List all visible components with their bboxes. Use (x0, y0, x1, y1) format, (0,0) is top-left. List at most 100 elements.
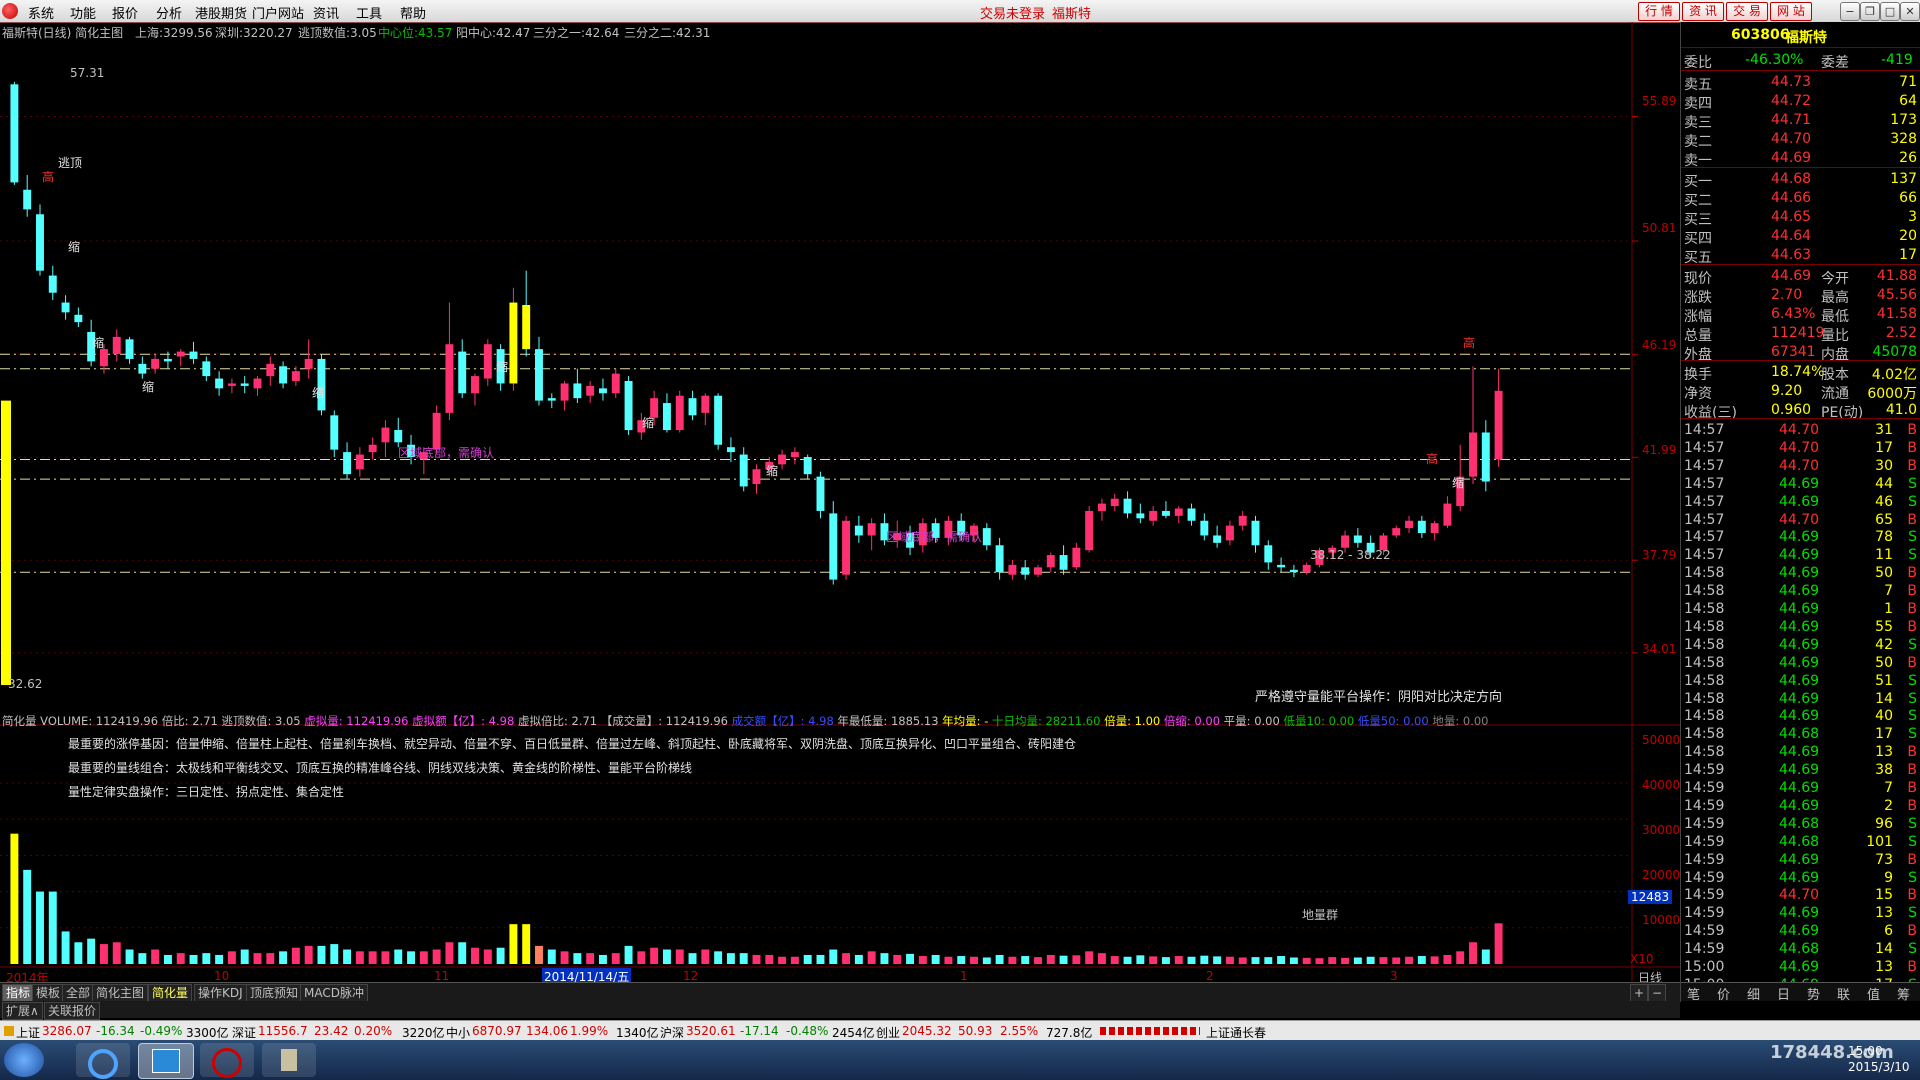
kline-chart[interactable] (0, 22, 1680, 982)
candle-body (509, 302, 518, 384)
ie-icon[interactable] (76, 1043, 130, 1079)
tick-row[interactable]: 14:59 44.70 15 B (1681, 886, 1920, 904)
menu-item-analysis[interactable]: 分析 (156, 3, 182, 22)
tick-row[interactable]: 14:57 44.70 31 B (1681, 421, 1920, 439)
tick-row[interactable]: 14:57 44.69 44 S (1681, 475, 1920, 493)
quote-stat2-row[interactable]: 换手 18.74% 股本 4.02亿 (1681, 363, 1920, 383)
quote-stat-row[interactable]: 涨幅 6.43% 最低 41.58 (1681, 305, 1920, 325)
quote-stat-row[interactable]: 现价 44.69 今开 41.88 (1681, 267, 1920, 287)
website-button[interactable]: 网 站 (1770, 2, 1812, 21)
maximize-icon[interactable]: □ (1880, 2, 1900, 21)
tick-row[interactable]: 14:57 44.69 78 S (1681, 528, 1920, 546)
tab-top-bottom[interactable]: 顶底预知 (246, 984, 303, 1002)
tab-all[interactable]: 全部 (62, 984, 95, 1002)
tick-row[interactable]: 14:58 44.69 13 B (1681, 743, 1920, 761)
buy-level-row[interactable]: 买五 44.63 17 (1681, 246, 1920, 266)
quote-stat2-row[interactable]: 净资 9.20 流通 6000万 (1681, 382, 1920, 402)
zoom-out-button[interactable]: − (1648, 984, 1667, 1002)
quote-stat-row[interactable]: 总量 112419 量比 2.52 (1681, 324, 1920, 344)
buy-level-row[interactable]: 买三 44.65 3 (1681, 208, 1920, 228)
tab-macd[interactable]: MACD脉冲 (300, 984, 368, 1002)
sell-level-row[interactable]: 卖三 44.71 173 (1681, 111, 1920, 131)
panel-tab[interactable]: 筹 (1897, 984, 1910, 1003)
tick-row[interactable]: 14:58 44.69 40 S (1681, 707, 1920, 725)
menu-item-function[interactable]: 功能 (70, 3, 96, 22)
stock-app-icon[interactable] (138, 1043, 194, 1079)
tick-row[interactable]: 14:59 44.69 6 B (1681, 922, 1920, 940)
panel-tab[interactable]: 细 (1747, 984, 1760, 1003)
zoom-in-button[interactable]: + (1630, 984, 1649, 1002)
tab-template[interactable]: 模板 (32, 984, 65, 1002)
sell-level-row[interactable]: 卖二 44.70 328 (1681, 130, 1920, 150)
menu-item-help[interactable]: 帮助 (400, 3, 426, 22)
tab-extend[interactable]: 扩展∧ (2, 1002, 43, 1020)
tick-row[interactable]: 14:58 44.69 14 S (1681, 690, 1920, 708)
bank-app-icon[interactable] (200, 1043, 254, 1078)
tick-row[interactable]: 14:58 44.68 17 S (1681, 725, 1920, 743)
tab-simplified-main[interactable]: 简化主图 (92, 984, 149, 1002)
volume-bar (650, 947, 659, 964)
candle-body (1149, 510, 1158, 521)
quote-stat-row[interactable]: 外盘 67341 内盘 45078 (1681, 343, 1920, 363)
tick-row[interactable]: 14:59 44.68 14 S (1681, 940, 1920, 958)
tick-row[interactable]: 14:57 44.70 17 B (1681, 439, 1920, 457)
tick-row[interactable]: 14:57 44.69 11 S (1681, 546, 1920, 564)
tick-row[interactable]: 14:58 44.69 51 S (1681, 672, 1920, 690)
tick-row[interactable]: 14:59 44.69 13 S (1681, 904, 1920, 922)
tick-row[interactable]: 14:58 44.69 50 B (1681, 564, 1920, 582)
news-ticker[interactable]: 上证通长春 (1206, 1024, 1266, 1041)
menu-item-news[interactable]: 资讯 (313, 3, 339, 22)
tick-row[interactable]: 14:58 44.69 55 B (1681, 618, 1920, 636)
tab-kdj[interactable]: 操作KDJ (194, 984, 247, 1002)
panel-tab[interactable]: 笔 (1687, 984, 1700, 1003)
tick-row[interactable]: 14:59 44.69 73 B (1681, 851, 1920, 869)
menu-item-quote[interactable]: 报价 (112, 3, 138, 22)
buy-level-row[interactable]: 买四 44.64 20 (1681, 227, 1920, 247)
panel-tab[interactable]: 联 (1837, 984, 1850, 1003)
panel-tab[interactable]: 日 (1777, 984, 1790, 1003)
sell-level-row[interactable]: 卖四 44.72 64 (1681, 92, 1920, 112)
market-button[interactable]: 行 情 (1638, 2, 1680, 21)
volume-bar (1225, 956, 1234, 964)
tool-app-icon[interactable] (262, 1043, 316, 1077)
volume-tick: 10000 (1642, 913, 1681, 927)
restore-icon[interactable]: ❐ (1860, 2, 1880, 21)
trade-button[interactable]: 交 易 (1726, 2, 1768, 21)
menu-item-hk-futures[interactable]: 港股期货 (195, 3, 247, 22)
buy-level-row[interactable]: 买二 44.66 66 (1681, 189, 1920, 209)
tick-row[interactable]: 14:57 44.70 65 B (1681, 511, 1920, 529)
sell-level-row[interactable]: 卖五 44.73 71 (1681, 73, 1920, 93)
quote-stat2-row[interactable]: 收益(三) 0.960 PE(动) 41.0 (1681, 401, 1920, 421)
close-icon[interactable]: ✕ (1900, 2, 1920, 21)
tab-simplified-volume[interactable]: 简化量 (148, 984, 193, 1002)
menu-item-system[interactable]: 系统 (28, 3, 54, 22)
tick-row[interactable]: 14:59 44.68 96 S (1681, 815, 1920, 833)
panel-tab[interactable]: 价 (1717, 984, 1730, 1003)
tick-row[interactable]: 14:59 44.68 101 S (1681, 833, 1920, 851)
menu-item-portal[interactable]: 门户网站 (252, 3, 304, 22)
buy-level-row[interactable]: 买一 44.68 137 (1681, 170, 1920, 190)
tick-row[interactable]: 14:58 44.69 1 B (1681, 600, 1920, 618)
clock-date[interactable]: 2015/3/10 (1848, 1060, 1910, 1074)
minimize-icon[interactable]: − (1840, 2, 1860, 21)
tick-row[interactable]: 14:58 44.69 42 S (1681, 636, 1920, 654)
tick-row[interactable]: 14:57 44.69 46 S (1681, 493, 1920, 511)
panel-tab[interactable]: 势 (1807, 984, 1820, 1003)
tick-row[interactable]: 14:59 44.69 2 B (1681, 797, 1920, 815)
candle-body (1238, 515, 1247, 526)
tick-row[interactable]: 15:00 44.69 13 B (1681, 958, 1920, 976)
tab-indicator[interactable]: 指标 (2, 984, 35, 1002)
tick-row[interactable]: 14:59 44.69 38 B (1681, 761, 1920, 779)
sell-level-row[interactable]: 卖一 44.69 26 (1681, 149, 1920, 169)
tick-row[interactable]: 14:59 44.69 9 S (1681, 869, 1920, 887)
tab-related-quote[interactable]: 关联报价 (44, 1002, 101, 1020)
tick-row[interactable]: 14:59 44.69 7 B (1681, 779, 1920, 797)
menu-item-tools[interactable]: 工具 (356, 3, 382, 22)
quote-stat-row[interactable]: 涨跌 2.70 最高 45.56 (1681, 286, 1920, 306)
start-button[interactable] (4, 1043, 44, 1077)
tick-row[interactable]: 14:58 44.69 7 B (1681, 582, 1920, 600)
tick-row[interactable]: 14:57 44.70 30 B (1681, 457, 1920, 475)
info-button[interactable]: 资 讯 (1682, 2, 1724, 21)
panel-tab[interactable]: 值 (1867, 984, 1880, 1003)
tick-row[interactable]: 14:58 44.69 50 B (1681, 654, 1920, 672)
